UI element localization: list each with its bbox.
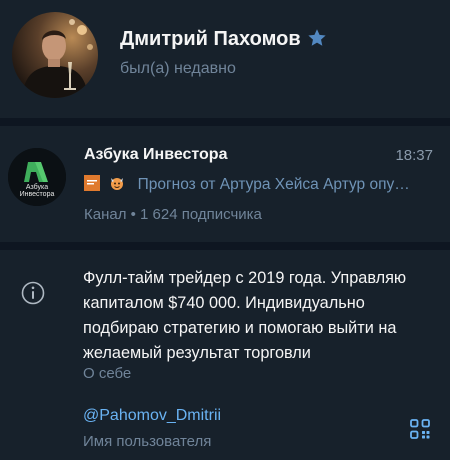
- channel-name: Азбука Инвестора: [84, 146, 228, 163]
- qr-code-icon[interactable]: [409, 418, 431, 440]
- channel-preview-text: Прогноз от Артура Хейса Артур опу…: [137, 176, 410, 193]
- media-thumbnail-icon: [84, 175, 100, 191]
- channel-subscribers: Канал • 1 624 подписчика: [84, 206, 262, 223]
- info-section: Фулл-тайм трейдер с 2019 года. Управляю …: [0, 250, 450, 460]
- channel-time: 18:37: [395, 147, 433, 164]
- username-link[interactable]: @Pahomov_Dmitrii: [83, 407, 221, 425]
- profile-status: был(а) недавно: [120, 60, 236, 77]
- info-circle-icon: [21, 281, 45, 305]
- bio-text: Фулл-тайм трейдер с 2019 года. Управляю …: [83, 269, 407, 362]
- bio-label: О себе: [83, 365, 132, 382]
- star-icon[interactable]: [306, 27, 328, 49]
- channel-logo-text-2: Инвестора: [20, 191, 55, 198]
- profile-header: Дмитрий Пахомов был(а) недавно: [0, 0, 450, 120]
- channel-logo-text-1: Азбука: [26, 183, 48, 191]
- profile-avatar[interactable]: [12, 12, 98, 98]
- username-label: Имя пользователя: [83, 433, 212, 450]
- section-divider: [0, 242, 450, 250]
- section-divider: [0, 118, 450, 126]
- personal-channel-item[interactable]: Азбука Инвестора Азбука Инвестора 18:37 …: [0, 126, 450, 242]
- devil-emoji-icon: [111, 178, 124, 190]
- channel-last-message: Прогноз от Артура Хейса Артур опу…: [84, 175, 434, 197]
- profile-name: Дмитрий Пахомов: [120, 28, 301, 50]
- channel-avatar: Азбука Инвестора: [8, 148, 66, 206]
